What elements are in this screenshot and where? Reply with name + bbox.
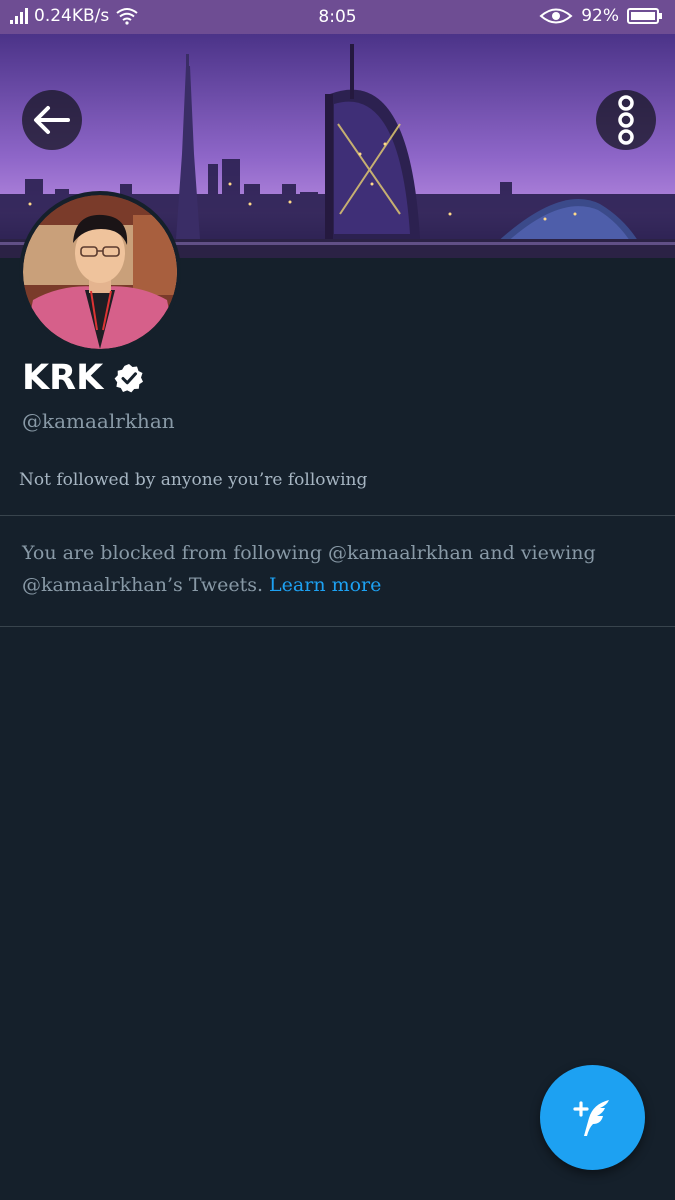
back-button[interactable] [22,90,82,150]
display-name: KRK [22,358,104,398]
status-right: 92% [539,6,663,26]
verified-badge-icon [114,364,144,393]
more-options-icon [618,95,634,145]
profile-handle: @kamaalrkhan [22,409,175,433]
battery-percent: 92% [581,6,619,26]
compose-tweet-button[interactable] [540,1065,645,1170]
blocked-notice: You are blocked from following @kamaalrk… [22,537,652,601]
display-name-row: KRK [22,356,145,400]
avatar-photo [23,195,177,349]
profile-avatar[interactable] [19,191,181,353]
divider [0,626,675,627]
status-bar: 0.24KB/s 8:05 92% [0,0,675,34]
more-options-button[interactable] [596,90,656,150]
followers-you-know-note: Not followed by anyone you’re following [19,470,368,490]
eye-icon [539,8,573,24]
divider [0,515,675,516]
battery-icon [627,8,662,24]
compose-tweet-icon [572,1099,609,1136]
back-arrow-icon [34,106,70,134]
learn-more-link[interactable]: Learn more [269,574,381,596]
